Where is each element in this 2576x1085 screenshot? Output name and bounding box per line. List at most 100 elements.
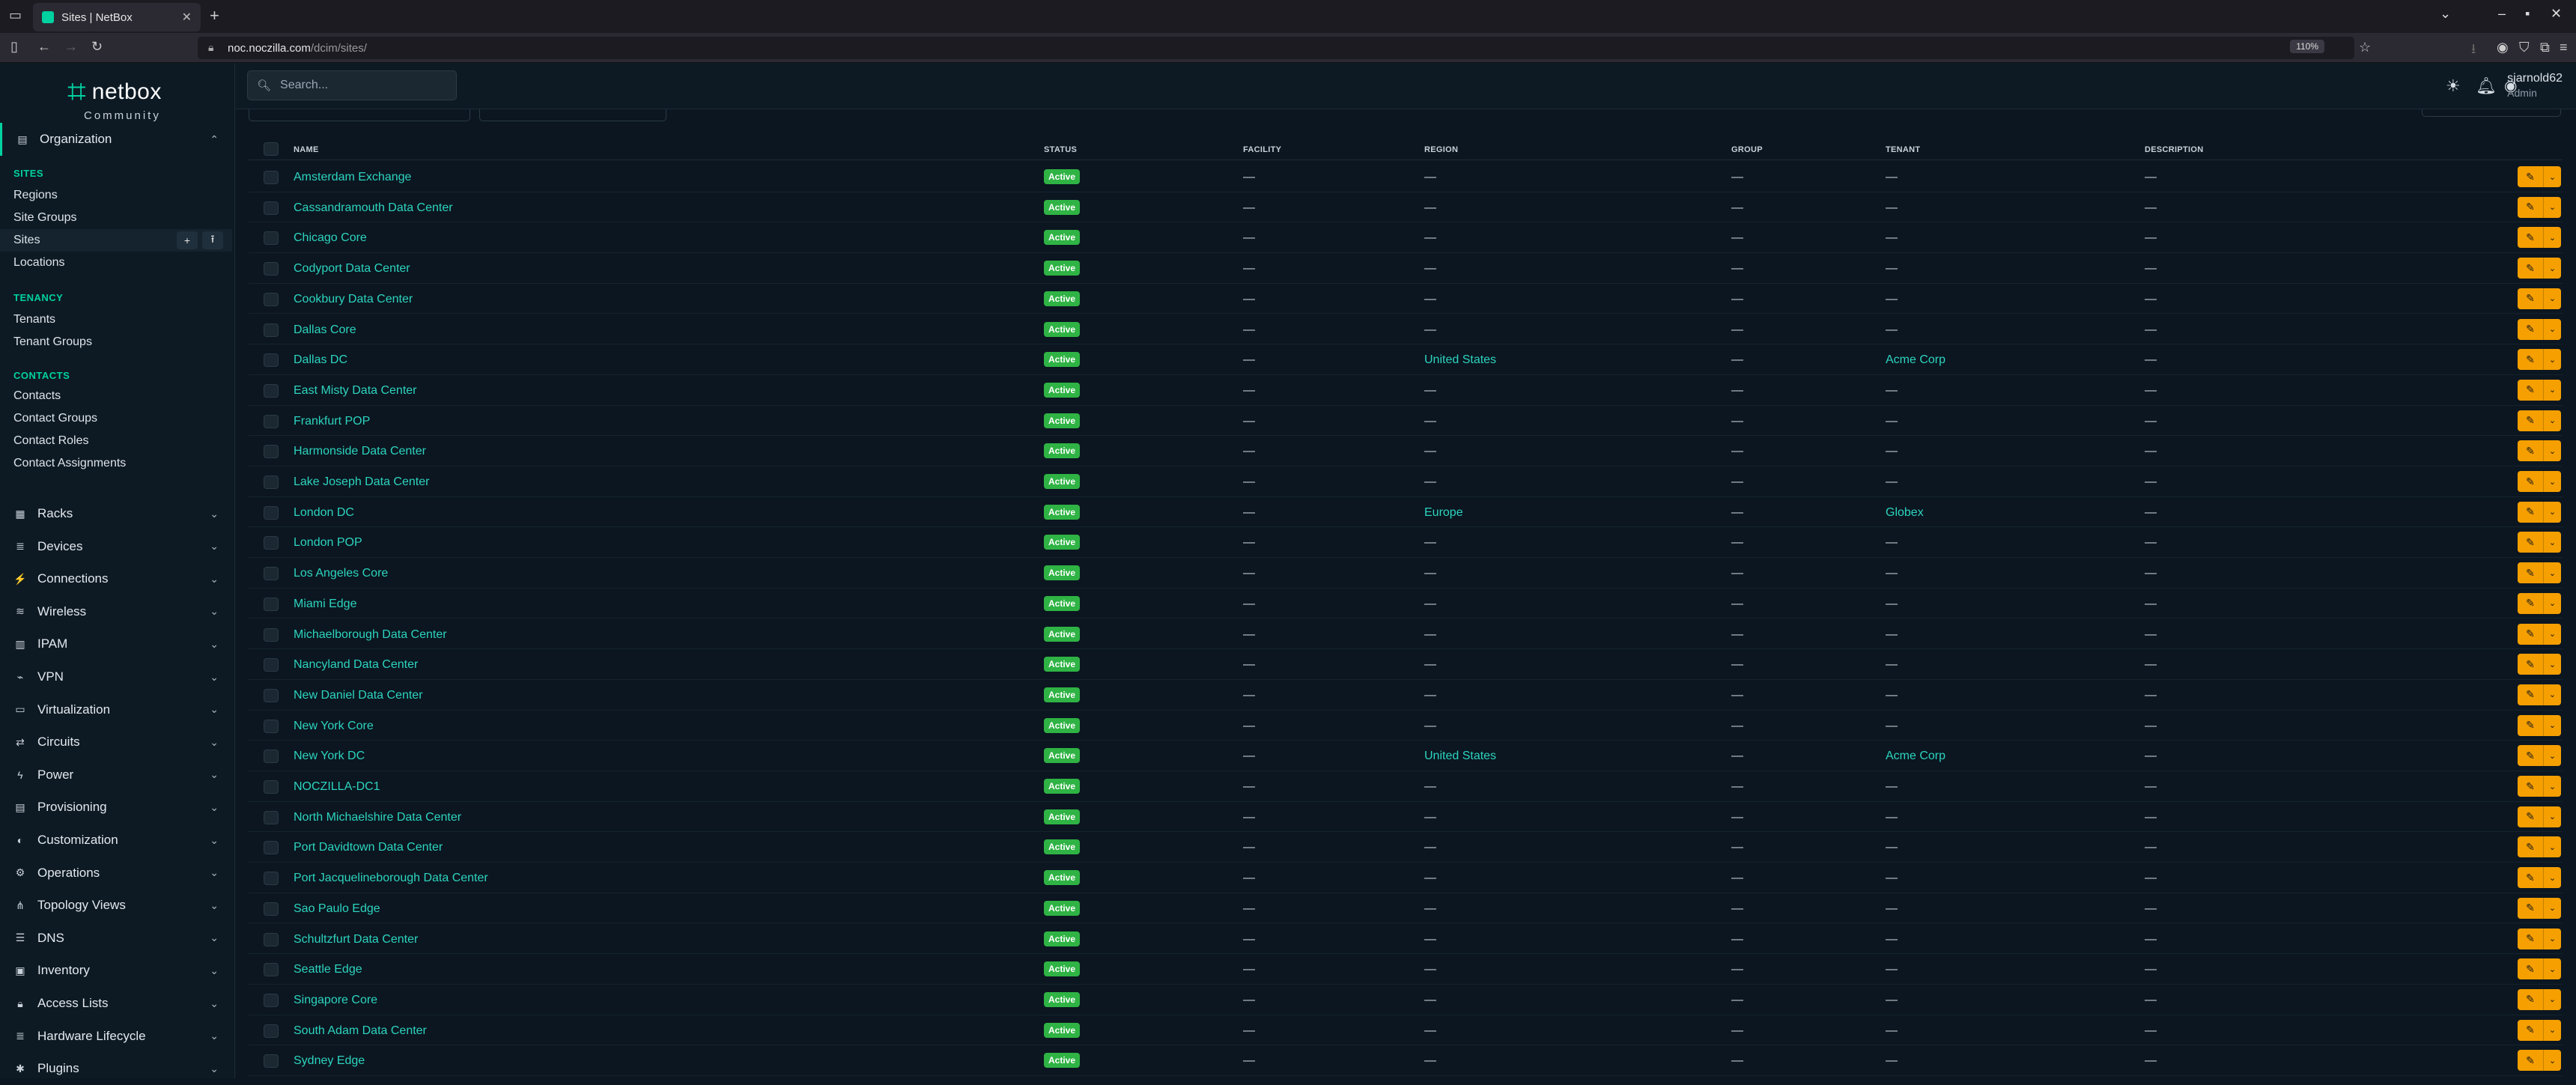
actions-dropdown-button[interactable]: ⌄ bbox=[2543, 349, 2561, 371]
row-checkbox[interactable] bbox=[264, 993, 279, 1007]
sidebar-section-connections[interactable]: ⚡ Connections ⌄ bbox=[0, 562, 235, 595]
edit-button[interactable]: ✎ bbox=[2518, 379, 2543, 401]
actions-dropdown-button[interactable]: ⌄ bbox=[2543, 318, 2561, 340]
edit-button[interactable]: ✎ bbox=[2518, 592, 2543, 614]
actions-dropdown-button[interactable]: ⌄ bbox=[2543, 471, 2561, 492]
sidebar-item-contact-roles[interactable]: Contact Roles bbox=[0, 430, 232, 452]
account-icon[interactable]: ◉ bbox=[2497, 40, 2509, 55]
edit-button[interactable]: ✎ bbox=[2518, 806, 2543, 827]
notifications-bell-icon[interactable]: 🔔︎ bbox=[2476, 76, 2497, 96]
tab-list-icon[interactable]: ▭ bbox=[9, 7, 22, 23]
row-checkbox[interactable] bbox=[264, 719, 279, 733]
sidebar-section-power[interactable]: ϟ Power ⌄ bbox=[0, 759, 235, 791]
actions-dropdown-button[interactable]: ⌄ bbox=[2543, 440, 2561, 462]
edit-button[interactable]: ✎ bbox=[2518, 714, 2543, 736]
edit-button[interactable]: ✎ bbox=[2518, 684, 2543, 705]
reload-icon[interactable]: ↻ bbox=[91, 39, 103, 55]
row-checkbox[interactable] bbox=[264, 353, 279, 368]
row-checkbox[interactable] bbox=[264, 658, 279, 672]
edit-button[interactable]: ✎ bbox=[2518, 928, 2543, 949]
row-checkbox[interactable] bbox=[264, 902, 279, 916]
actions-dropdown-button[interactable]: ⌄ bbox=[2543, 988, 2561, 1010]
sidebar-section-inventory[interactable]: ▣ Inventory ⌄ bbox=[0, 954, 235, 987]
region-cell[interactable]: United States bbox=[1424, 353, 1496, 367]
row-checkbox[interactable] bbox=[264, 414, 279, 428]
sidebar-item-contact-assignments[interactable]: Contact Assignments bbox=[0, 452, 232, 475]
row-checkbox[interactable] bbox=[264, 201, 279, 215]
new-tab-icon[interactable]: + bbox=[210, 6, 219, 25]
configure-table-button-edge[interactable] bbox=[2422, 109, 2561, 117]
actions-dropdown-button[interactable]: ⌄ bbox=[2543, 501, 2561, 523]
actions-dropdown-button[interactable]: ⌄ bbox=[2543, 806, 2561, 827]
sidebar-section-dns[interactable]: ☰ DNS ⌄ bbox=[0, 922, 235, 955]
site-name-link[interactable]: East Misty Data Center bbox=[294, 384, 417, 398]
sidebar-item-regions[interactable]: Regions bbox=[0, 184, 232, 207]
edit-button[interactable]: ✎ bbox=[2518, 623, 2543, 645]
site-name-link[interactable]: Chicago Core bbox=[294, 231, 367, 245]
edit-button[interactable]: ✎ bbox=[2518, 258, 2543, 279]
site-name-link[interactable]: London POP bbox=[294, 536, 362, 550]
filter-field-edge[interactable] bbox=[479, 109, 666, 121]
edit-button[interactable]: ✎ bbox=[2518, 501, 2543, 523]
site-name-link[interactable]: North Michaelshire Data Center bbox=[294, 811, 461, 824]
sidebar-item-sites[interactable]: Sites + ⭱ bbox=[0, 229, 232, 252]
column-header-status[interactable]: STATUS bbox=[1044, 145, 1077, 154]
edit-button[interactable]: ✎ bbox=[2518, 410, 2543, 431]
tab-overflow-chevron-icon[interactable]: ⌄ bbox=[2440, 6, 2451, 22]
row-checkbox[interactable] bbox=[264, 872, 279, 886]
sidebar-section-topology-views[interactable]: ⋔ Topology Views ⌄ bbox=[0, 889, 235, 922]
sidebar-toggle-icon[interactable]: ▯ bbox=[10, 39, 18, 55]
row-checkbox[interactable] bbox=[264, 1024, 279, 1038]
edit-button[interactable]: ✎ bbox=[2518, 440, 2543, 462]
actions-dropdown-button[interactable]: ⌄ bbox=[2543, 166, 2561, 187]
column-header-name[interactable]: NAME bbox=[294, 145, 319, 154]
site-name-link[interactable]: Port Davidtown Data Center bbox=[294, 841, 443, 854]
add-site-button[interactable]: + bbox=[177, 231, 198, 249]
shield-icon[interactable]: ⛉ bbox=[2519, 40, 2530, 55]
row-checkbox[interactable] bbox=[264, 627, 279, 642]
edit-button[interactable]: ✎ bbox=[2518, 562, 2543, 584]
site-name-link[interactable]: NOCZILLA-DC1 bbox=[294, 780, 380, 794]
edit-button[interactable]: ✎ bbox=[2518, 1019, 2543, 1041]
actions-dropdown-button[interactable]: ⌄ bbox=[2543, 288, 2561, 309]
theme-toggle-icon[interactable]: ☀ bbox=[2446, 76, 2461, 96]
tenant-cell[interactable]: Globex bbox=[1886, 506, 1924, 520]
sidebar-section-organization[interactable]: ▤ Organization ⌃ bbox=[0, 123, 235, 156]
actions-dropdown-button[interactable]: ⌄ bbox=[2543, 410, 2561, 431]
sidebar-section-racks[interactable]: ▦ Racks ⌄ bbox=[0, 497, 235, 530]
edit-button[interactable]: ✎ bbox=[2518, 288, 2543, 309]
column-header-region[interactable]: REGION bbox=[1424, 145, 1458, 154]
row-checkbox[interactable] bbox=[264, 383, 279, 398]
minimize-icon[interactable]: – bbox=[2498, 6, 2506, 22]
site-name-link[interactable]: Lake Joseph Data Center bbox=[294, 475, 429, 489]
site-name-link[interactable]: New York DC bbox=[294, 750, 365, 763]
edit-button[interactable]: ✎ bbox=[2518, 349, 2543, 371]
sidebar-section-operations[interactable]: ⚙ Operations ⌄ bbox=[0, 857, 235, 890]
actions-dropdown-button[interactable]: ⌄ bbox=[2543, 836, 2561, 858]
actions-dropdown-button[interactable]: ⌄ bbox=[2543, 258, 2561, 279]
region-cell[interactable]: Europe bbox=[1424, 506, 1463, 520]
edit-button[interactable]: ✎ bbox=[2518, 745, 2543, 767]
edit-button[interactable]: ✎ bbox=[2518, 1050, 2543, 1072]
edit-button[interactable]: ✎ bbox=[2518, 166, 2543, 187]
row-checkbox[interactable] bbox=[264, 323, 279, 337]
actions-dropdown-button[interactable]: ⌄ bbox=[2543, 1019, 2561, 1041]
site-name-link[interactable]: Nancyland Data Center bbox=[294, 658, 418, 672]
site-name-link[interactable]: Sydney Edge bbox=[294, 1054, 365, 1068]
sidebar-section-circuits[interactable]: ⇄ Circuits ⌄ bbox=[0, 726, 235, 759]
edit-button[interactable]: ✎ bbox=[2518, 196, 2543, 218]
browser-tab[interactable]: Sites | NetBox ✕ bbox=[33, 3, 201, 31]
site-name-link[interactable]: Codyport Data Center bbox=[294, 262, 410, 276]
forward-icon[interactable]: → bbox=[64, 39, 78, 55]
actions-dropdown-button[interactable]: ⌄ bbox=[2543, 592, 2561, 614]
sidebar-item-site-groups[interactable]: Site Groups bbox=[0, 207, 232, 229]
actions-dropdown-button[interactable]: ⌄ bbox=[2543, 196, 2561, 218]
row-checkbox[interactable] bbox=[264, 292, 279, 306]
actions-dropdown-button[interactable]: ⌄ bbox=[2543, 684, 2561, 705]
edit-button[interactable]: ✎ bbox=[2518, 958, 2543, 980]
extensions-icon[interactable]: ⧉ bbox=[2540, 40, 2550, 55]
row-checkbox[interactable] bbox=[264, 445, 279, 459]
edit-button[interactable]: ✎ bbox=[2518, 897, 2543, 919]
site-name-link[interactable]: Cassandramouth Data Center bbox=[294, 201, 453, 215]
actions-dropdown-button[interactable]: ⌄ bbox=[2543, 623, 2561, 645]
